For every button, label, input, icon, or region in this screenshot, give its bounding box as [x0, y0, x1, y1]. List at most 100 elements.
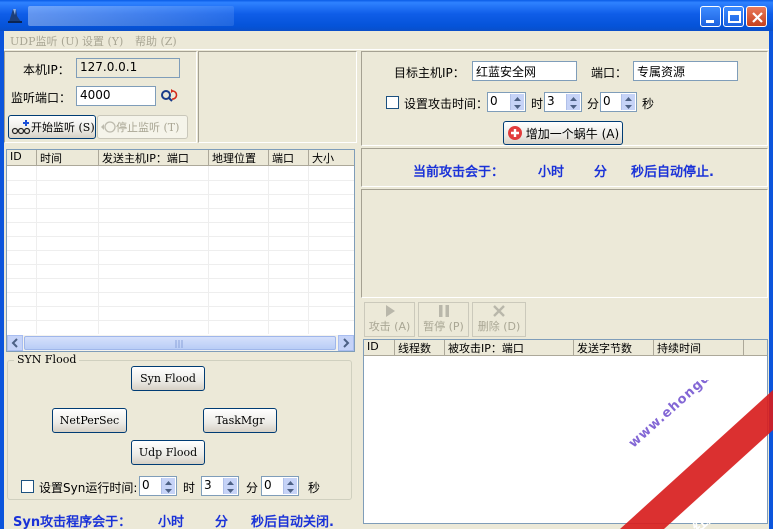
- grid-line: [7, 208, 354, 209]
- play-icon: [385, 305, 395, 317]
- local-ip-field[interactable]: 127.0.0.1: [76, 58, 180, 78]
- attack-button-label: 攻击 (A): [368, 320, 411, 333]
- syn-status-prefix: Syn攻击程序会于：: [13, 515, 132, 530]
- spinner-arrows-icon[interactable]: [283, 478, 297, 494]
- syn-seconds-value: 0: [264, 478, 272, 492]
- grid-line: [7, 250, 354, 251]
- spinner-arrows-icon[interactable]: [621, 94, 635, 110]
- menu-settings[interactable]: 设置 (Y): [82, 33, 123, 49]
- grid-line: [7, 320, 354, 321]
- spinner-arrows-icon[interactable]: [161, 478, 175, 494]
- syn-status-suffix: 秒后自动关闭.: [251, 515, 334, 530]
- attack-hours-unit: 时: [531, 97, 544, 111]
- syn-flood-group-label: SYN Flood: [14, 353, 80, 366]
- attack-time-checkbox[interactable]: [386, 96, 399, 109]
- start-listen-button[interactable]: 开始监听 (S): [8, 115, 96, 139]
- listen-port-label: 监听端口：: [11, 91, 72, 105]
- syn-status-hours: 小时: [158, 515, 185, 530]
- netpersec-button[interactable]: NetPerSec: [52, 408, 127, 433]
- scroll-left-button[interactable]: [7, 335, 23, 351]
- syn-minutes-unit: 分: [246, 481, 259, 495]
- spinner-arrows-icon[interactable]: [510, 94, 524, 110]
- attack-minutes-spinner[interactable]: 3: [544, 92, 582, 112]
- attack-status-suffix: 秒后自动停止.: [631, 165, 714, 180]
- col-header-id[interactable]: ID: [364, 340, 395, 356]
- add-snail-label: 增加一个蜗牛 (A): [525, 126, 620, 141]
- start-listen-icon: [11, 120, 31, 135]
- attack-time-label: 设置攻击时间：: [404, 97, 489, 111]
- col-header-sender[interactable]: 发送主机IP：端口: [99, 150, 209, 166]
- scroll-thumb[interactable]: [24, 336, 336, 350]
- blank-panel: [198, 51, 357, 143]
- watermark-ribbon: www.ehongdun.com 红蓝安全网: [600, 380, 773, 529]
- grid-line: [7, 180, 354, 181]
- close-button[interactable]: [746, 6, 767, 27]
- start-listen-label: 开始监听 (S): [31, 121, 95, 134]
- syn-seconds-spinner[interactable]: 0: [261, 476, 299, 496]
- grid-line: [7, 236, 354, 237]
- pause-button-label: 暂停 (P): [423, 320, 464, 333]
- syn-minutes-value: 3: [204, 478, 212, 492]
- col-header-bytes[interactable]: 发送字节数: [574, 340, 654, 356]
- local-ip-label: 本机IP：: [23, 63, 70, 77]
- grid-line: [7, 222, 354, 223]
- spinner-arrows-icon[interactable]: [223, 478, 237, 494]
- col-header-size[interactable]: 大小: [309, 150, 354, 166]
- col-header-port[interactable]: 端口: [269, 150, 309, 166]
- minimize-button[interactable]: [700, 6, 721, 27]
- col-header-duration[interactable]: 持续时间: [654, 340, 744, 356]
- delete-button-label: 删除 (D): [477, 320, 521, 333]
- syn-time-label: 设置Syn运行时间:: [39, 481, 138, 495]
- attack-seconds-value: 0: [603, 94, 611, 108]
- attack-status-hours: 小时: [538, 165, 565, 180]
- syn-hours-value: 0: [142, 478, 150, 492]
- attack-button[interactable]: 攻击 (A): [364, 302, 415, 337]
- syn-flood-button[interactable]: Syn Flood: [131, 366, 205, 391]
- received-table[interactable]: ID 时间 发送主机IP：端口 地理位置 端口 大小: [6, 149, 355, 352]
- syn-minutes-spinner[interactable]: 3: [201, 476, 239, 496]
- target-port-label: 端口：: [591, 66, 628, 80]
- menu-help[interactable]: 帮助 (Z): [135, 33, 177, 49]
- delete-button[interactable]: 删除 (D): [472, 302, 526, 337]
- syn-status-minutes: 分: [215, 515, 229, 530]
- target-port-field[interactable]: 专属资源: [633, 61, 738, 81]
- taskmgr-button[interactable]: TaskMgr: [203, 408, 277, 433]
- horizontal-scrollbar[interactable]: [7, 335, 354, 351]
- scroll-right-button[interactable]: [338, 335, 354, 351]
- syn-time-checkbox[interactable]: [21, 480, 34, 493]
- target-ip-field[interactable]: 红蓝安全网: [472, 61, 577, 81]
- title-bar[interactable]: [0, 0, 773, 31]
- attack-seconds-spinner[interactable]: 0: [600, 92, 637, 112]
- attack-status-prefix: 当前攻击会于：: [413, 165, 505, 180]
- stop-listen-icon: [101, 121, 116, 133]
- maximize-button[interactable]: [723, 6, 744, 27]
- spinner-arrows-icon[interactable]: [566, 94, 580, 110]
- app-icon[interactable]: [6, 6, 24, 24]
- pause-button[interactable]: 暂停 (P): [418, 302, 469, 337]
- attack-minutes-unit: 分: [587, 97, 600, 111]
- attack-seconds-unit: 秒: [642, 97, 655, 111]
- udp-flood-button[interactable]: Udp Flood: [131, 440, 205, 465]
- syn-hours-spinner[interactable]: 0: [139, 476, 177, 496]
- col-header-threads[interactable]: 线程数: [395, 340, 445, 356]
- grid-line: [7, 278, 354, 279]
- pause-icon: [438, 305, 449, 317]
- col-header-time[interactable]: 时间: [37, 150, 99, 166]
- col-header-id[interactable]: ID: [7, 150, 37, 166]
- col-header-target[interactable]: 被攻击IP：端口: [445, 340, 574, 356]
- grid-line: [7, 264, 354, 265]
- syn-hours-unit: 时: [183, 481, 196, 495]
- stop-listen-button[interactable]: 停止监听 (T): [97, 115, 188, 139]
- syn-seconds-unit: 秒: [308, 481, 321, 495]
- menu-udp-listen[interactable]: UDP监听 (U): [10, 33, 79, 49]
- grid-line: [7, 194, 354, 195]
- listen-port-field[interactable]: 4000: [76, 86, 156, 106]
- delete-icon: [493, 305, 505, 317]
- attack-hours-spinner[interactable]: 0: [487, 92, 526, 112]
- col-header-location[interactable]: 地理位置: [209, 150, 269, 166]
- add-snail-button[interactable]: 增加一个蜗牛 (A): [503, 121, 623, 145]
- refresh-search-icon[interactable]: [159, 87, 179, 105]
- grid-line: [7, 292, 354, 293]
- window-title: [28, 6, 234, 26]
- attack-minutes-value: 3: [547, 94, 555, 108]
